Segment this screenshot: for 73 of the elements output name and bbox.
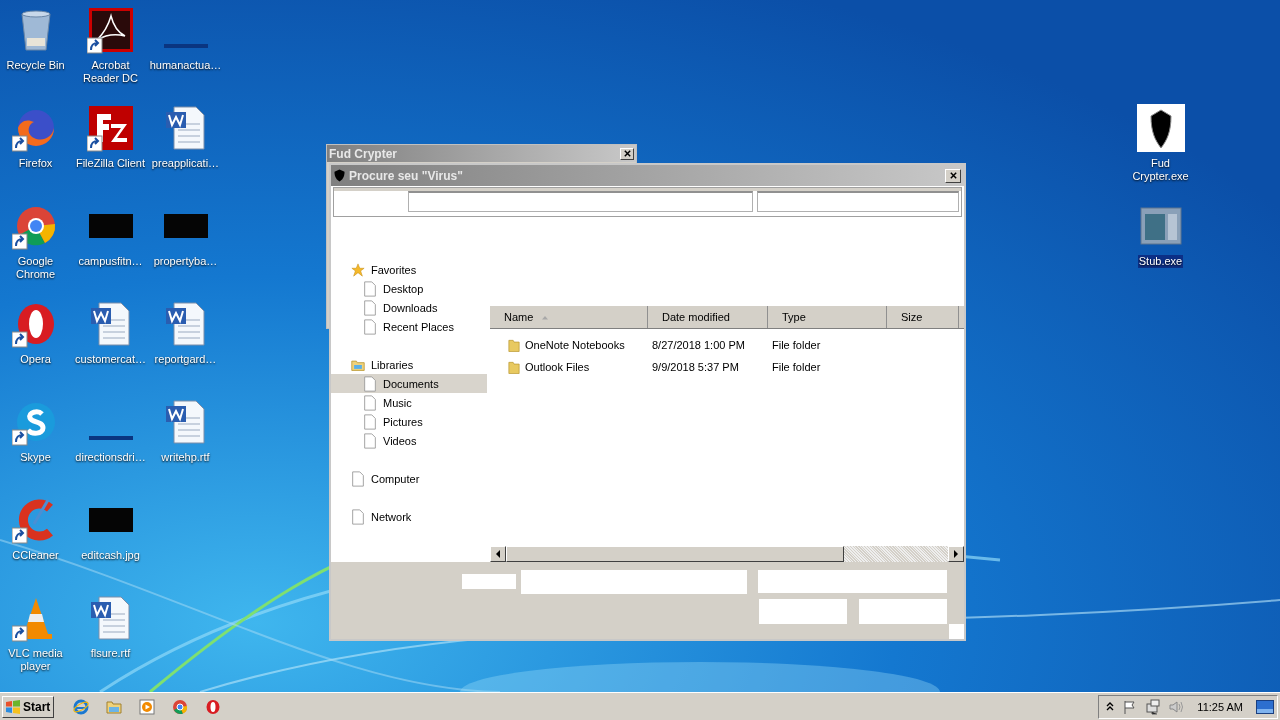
- date-modified: 8/27/2018 1:00 PM: [652, 339, 745, 351]
- blank-page-icon: [363, 318, 377, 335]
- blank-page-icon: [363, 299, 377, 316]
- nav-item[interactable]: Documents: [331, 374, 487, 393]
- desktop-icon-label[interactable]: Recycle Bin: [5, 59, 66, 72]
- blank-page-icon: [363, 394, 377, 411]
- blank-page-icon: [363, 375, 377, 392]
- file-name: Outlook Files: [525, 361, 590, 373]
- left-arrow-icon: [495, 550, 501, 558]
- show-desktop-icon[interactable]: [1256, 699, 1274, 714]
- nav-item[interactable]: Libraries: [331, 355, 487, 374]
- desktop-icon-label[interactable]: FileZilla Client: [74, 157, 147, 170]
- sort-arrow-icon: [541, 314, 550, 320]
- blank-page-icon: [351, 508, 365, 525]
- file-name: OneNote Notebooks: [525, 339, 625, 351]
- nav-item[interactable]: Downloads: [331, 298, 487, 317]
- horizontal-scrollbar[interactable]: [490, 546, 964, 562]
- file-row[interactable]: Outlook Files 9/9/2018 5:37 PM File folder: [490, 358, 964, 376]
- resize-grip[interactable]: [949, 624, 964, 639]
- folder-icon: [508, 359, 520, 375]
- letter-o-icon[interactable]: [205, 698, 221, 715]
- date-modified: 9/9/2018 5:37 PM: [652, 361, 739, 373]
- scrollbar-thumb[interactable]: [506, 546, 844, 562]
- folder-icon: [508, 337, 520, 353]
- desktop-icon-label[interactable]: humanactua…: [148, 59, 223, 72]
- file-type: File folder: [772, 361, 821, 373]
- desktop-icon-label[interactable]: propertyba…: [152, 255, 219, 268]
- star-icon: [351, 261, 365, 278]
- scroll-left-button[interactable]: [490, 546, 506, 562]
- file-row[interactable]: OneNote Notebooks 8/27/2018 1:00 PM File folder: [490, 336, 964, 354]
- window-title: Fud Crypter: [329, 146, 398, 161]
- e-globe-icon[interactable]: [73, 698, 89, 715]
- close-icon: [622, 149, 632, 158]
- nav-item[interactable]: Desktop: [331, 279, 487, 298]
- windows-flag-icon: [5, 698, 21, 715]
- nav-item[interactable]: Pictures: [331, 412, 487, 431]
- desktop-icon-label[interactable]: Fud Crypter.exe: [1131, 157, 1190, 183]
- desktop-icon-label[interactable]: Opera: [19, 353, 52, 366]
- close-button[interactable]: [945, 168, 961, 183]
- start-button[interactable]: Start: [2, 695, 54, 718]
- blank-page-icon: [363, 280, 377, 297]
- close-button[interactable]: [620, 147, 634, 160]
- blank-page-icon: [363, 432, 377, 449]
- desktop-icon-label[interactable]: campusfitn…: [77, 255, 144, 268]
- nav-item[interactable]: Music: [331, 393, 487, 412]
- shield-icon: [334, 169, 345, 182]
- desktop-icon-label[interactable]: Acrobat Reader DC: [82, 59, 139, 85]
- address-field[interactable]: [408, 191, 753, 212]
- search-field[interactable]: [756, 191, 959, 212]
- right-arrow-icon: [953, 550, 959, 558]
- file-name-field[interactable]: [521, 570, 747, 594]
- desktop-icon-label[interactable]: preapplicati…: [150, 157, 221, 170]
- nav-item[interactable]: Recent Places: [331, 317, 487, 336]
- scroll-right-button[interactable]: [948, 546, 964, 562]
- label-box: [462, 574, 516, 589]
- clock[interactable]: 11:25 AM: [1197, 700, 1243, 713]
- nav-item[interactable]: Videos: [331, 431, 487, 450]
- nav-item[interactable]: Favorites: [331, 260, 487, 279]
- blank-page-icon: [351, 470, 365, 487]
- nav-item[interactable]: Computer: [331, 469, 487, 488]
- desktop-icon-label[interactable]: Stub.exe: [1137, 255, 1184, 268]
- chrome-icon[interactable]: [172, 698, 188, 715]
- desktop-icon-label[interactable]: Firefox: [17, 157, 54, 170]
- nav-item[interactable]: Network: [331, 507, 487, 526]
- play-icon[interactable]: [139, 698, 155, 715]
- desktop-icon-label[interactable]: Google Chrome: [14, 255, 57, 281]
- network-icon[interactable]: [1145, 698, 1162, 715]
- desktop-icon-label[interactable]: reportgard…: [153, 353, 218, 366]
- file-type: File folder: [772, 339, 821, 351]
- blank-page-icon: [363, 413, 377, 430]
- dialog-title: Procure seu "Virus": [349, 168, 464, 183]
- close-icon: [948, 171, 958, 180]
- desktop-icon-label[interactable]: customercat…: [74, 353, 147, 366]
